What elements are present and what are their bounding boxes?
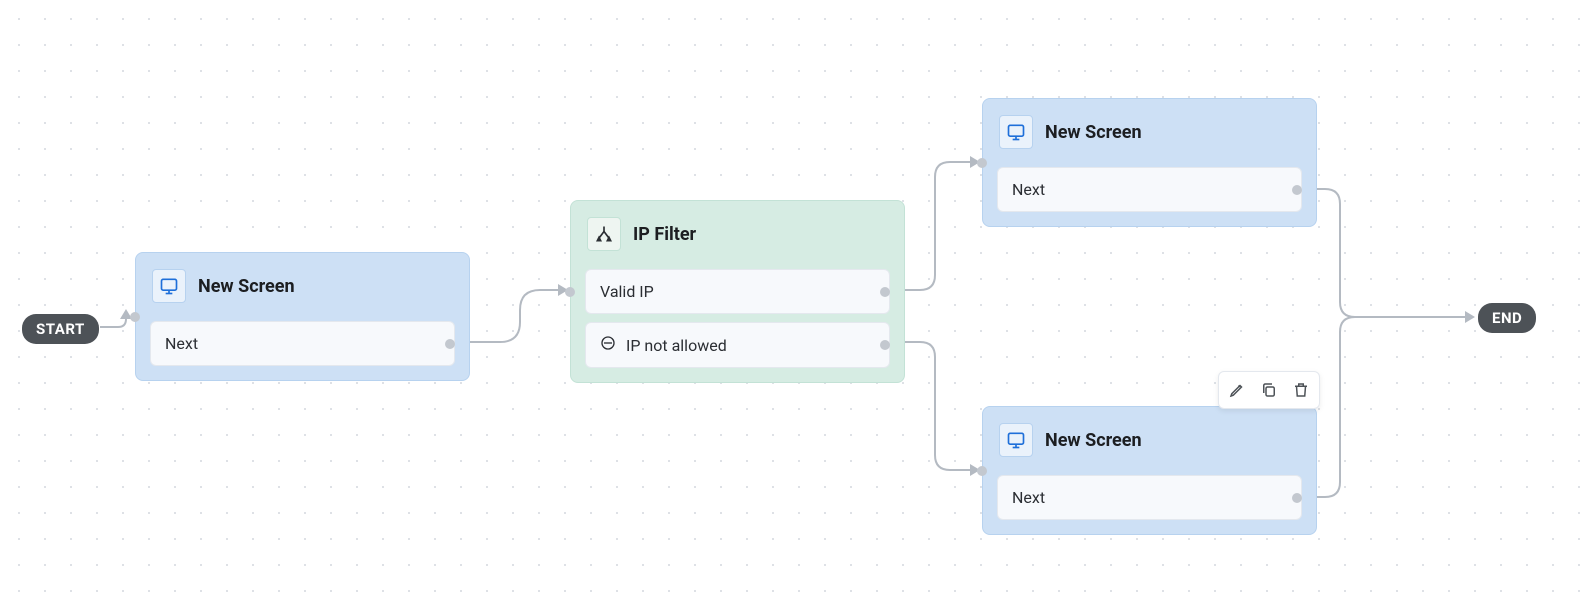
outcome-port: [1292, 493, 1302, 503]
node-toolbar: [1218, 371, 1320, 409]
outcome-label: Next: [1012, 180, 1045, 199]
node-inport: [565, 287, 575, 297]
branch-icon: [587, 217, 621, 251]
node-inport: [130, 312, 140, 322]
node-title: New Screen: [1045, 430, 1142, 451]
outcome-ip-not-allowed[interactable]: IP not allowed: [585, 322, 890, 368]
delete-button[interactable]: [1287, 376, 1315, 404]
node-inport: [977, 158, 987, 168]
outcome-label: Next: [165, 334, 198, 353]
start-label: START: [36, 320, 85, 338]
outcome-port: [1292, 185, 1302, 195]
outcome-port: [445, 339, 455, 349]
node-new-screen-3[interactable]: New Screen Next: [982, 406, 1317, 535]
node-title: New Screen: [1045, 122, 1142, 143]
screen-icon: [152, 269, 186, 303]
node-new-screen-2[interactable]: New Screen Next: [982, 98, 1317, 227]
node-title: IP Filter: [633, 224, 696, 245]
edit-button[interactable]: [1223, 376, 1251, 404]
start-pill[interactable]: START: [22, 314, 99, 344]
outcome-label: Next: [1012, 488, 1045, 507]
outcome-next[interactable]: Next: [150, 321, 455, 366]
outcome-label: IP not allowed: [626, 336, 727, 355]
outcome-port: [880, 340, 890, 350]
outcome-label: Valid IP: [600, 282, 654, 301]
outcome-next[interactable]: Next: [997, 475, 1302, 520]
node-ip-filter[interactable]: IP Filter Valid IP IP not allowed: [570, 200, 905, 383]
copy-button[interactable]: [1255, 376, 1283, 404]
end-pill[interactable]: END: [1478, 303, 1536, 333]
screen-icon: [999, 423, 1033, 457]
outcome-valid-ip[interactable]: Valid IP: [585, 269, 890, 314]
node-inport: [977, 466, 987, 476]
outcome-port: [880, 287, 890, 297]
node-new-screen-1[interactable]: New Screen Next: [135, 252, 470, 381]
screen-icon: [999, 115, 1033, 149]
deny-icon: [600, 335, 616, 355]
outcome-next[interactable]: Next: [997, 167, 1302, 212]
node-title: New Screen: [198, 276, 295, 297]
end-label: END: [1492, 309, 1522, 327]
